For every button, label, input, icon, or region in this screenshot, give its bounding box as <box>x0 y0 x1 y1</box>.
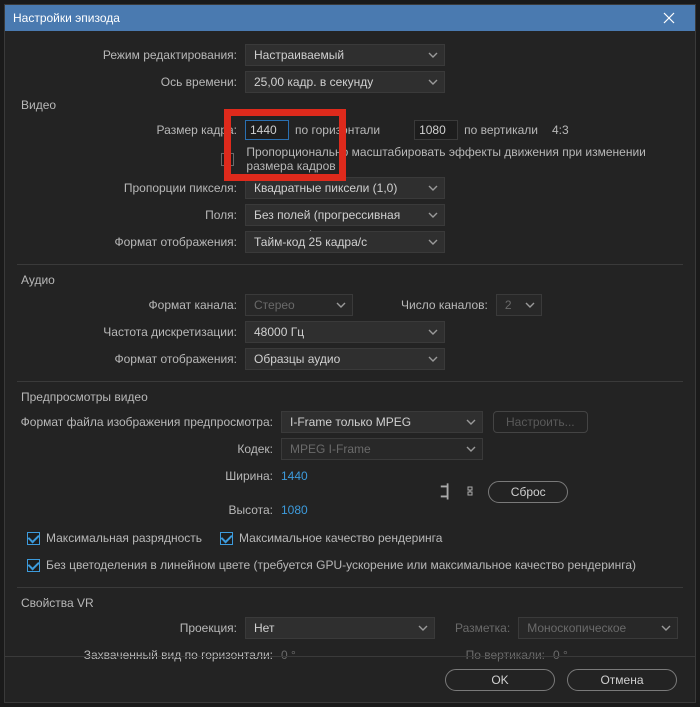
frame-width-suffix: по горизонтали <box>295 123 380 137</box>
linear-color-checkbox[interactable] <box>27 559 40 572</box>
timeline-label: Ось времени: <box>17 75 245 89</box>
audio-section-title: Аудио <box>21 273 683 287</box>
channel-format-label: Формат канала: <box>17 298 245 312</box>
preview-section-title: Предпросмотры видео <box>21 390 683 404</box>
sample-rate-select[interactable]: 48000 Гц <box>245 321 445 343</box>
chevron-down-icon <box>466 419 476 425</box>
chevron-down-icon <box>428 212 438 218</box>
chevron-down-icon <box>428 329 438 335</box>
max-depth-checkbox[interactable] <box>27 532 40 545</box>
chevron-down-icon <box>428 79 438 85</box>
close-button[interactable] <box>651 5 687 31</box>
video-display-format-label: Формат отображения: <box>17 235 245 249</box>
edit-mode-label: Режим редактирования: <box>17 48 245 62</box>
fields-select[interactable]: Без полей (прогрессивная развертка) <box>245 204 445 226</box>
cancel-button[interactable]: Отмена <box>567 669 677 691</box>
titlebar: Настройки эпизода <box>5 5 695 31</box>
chevron-down-icon <box>428 52 438 58</box>
link-icon[interactable] <box>464 483 476 502</box>
chevron-down-icon <box>661 625 671 631</box>
frame-width-input[interactable] <box>245 120 289 140</box>
aspect-ratio: 4:3 <box>552 123 569 137</box>
layout-select: Моноскопическое <box>518 617 678 639</box>
channels-label: Число каналов: <box>401 298 488 312</box>
audio-display-format-select[interactable]: Образцы аудио <box>245 348 445 370</box>
chevron-down-icon <box>428 239 438 245</box>
dialog-footer: OK Отмена <box>5 656 695 702</box>
scale-effects-label: Пропорционально масштабировать эффекты д… <box>246 145 683 173</box>
pixel-aspect-label: Пропорции пикселя: <box>17 181 245 195</box>
sequence-settings-dialog: Настройки эпизода Режим редактирования: … <box>4 4 696 703</box>
max-depth-label: Максимальная разрядность <box>46 531 202 545</box>
close-icon <box>663 12 675 24</box>
chevron-down-icon <box>525 302 535 308</box>
projection-select[interactable]: Нет <box>245 617 435 639</box>
channels-select: 2 <box>496 294 542 316</box>
channel-format-select: Стерео <box>245 294 353 316</box>
configure-button: Настроить... <box>493 411 588 433</box>
fields-label: Поля: <box>17 208 245 222</box>
edit-mode-select[interactable]: Настраиваемый <box>245 44 445 66</box>
chevron-down-icon <box>428 185 438 191</box>
max-quality-checkbox[interactable] <box>220 532 233 545</box>
ok-button[interactable]: OK <box>445 669 555 691</box>
frame-height-input[interactable] <box>414 120 458 140</box>
preview-width-value[interactable]: 1440 <box>281 469 308 483</box>
preview-height-label: Высота: <box>17 503 281 517</box>
chevron-down-icon <box>428 356 438 362</box>
window-title: Настройки эпизода <box>13 11 651 25</box>
preview-file-format-select[interactable]: I-Frame только MPEG <box>281 411 483 433</box>
layout-label: Разметка: <box>455 621 510 635</box>
preview-file-format-label: Формат файла изображения предпросмотра: <box>17 415 281 429</box>
max-quality-label: Максимальное качество рендеринга <box>239 531 442 545</box>
vr-section-title: Свойства VR <box>21 596 683 610</box>
video-section-title: Видео <box>21 98 683 112</box>
video-display-format-select[interactable]: Тайм-код 25 кадра/с <box>245 231 445 253</box>
frame-size-label: Размер кадра: <box>17 123 245 137</box>
linear-color-label: Без цветоделения в линейном цвете (требу… <box>46 558 636 572</box>
bracket-bot: ┘ <box>441 493 454 503</box>
chevron-down-icon <box>336 302 346 308</box>
codec-select: MPEG I-Frame <box>281 438 483 460</box>
frame-height-suffix: по вертикали <box>464 123 538 137</box>
chevron-down-icon <box>418 625 428 631</box>
chevron-down-icon <box>466 446 476 452</box>
pixel-aspect-select[interactable]: Квадратные пиксели (1,0) <box>245 177 445 199</box>
reset-button[interactable]: Сброс <box>488 481 568 503</box>
codec-label: Кодек: <box>17 442 281 456</box>
scale-effects-checkbox[interactable] <box>221 153 234 166</box>
projection-label: Проекция: <box>17 621 245 635</box>
preview-height-value[interactable]: 1080 <box>281 503 308 517</box>
audio-display-format-label: Формат отображения: <box>17 352 245 366</box>
timeline-select[interactable]: 25,00 кадр. в секунду <box>245 71 445 93</box>
sample-rate-label: Частота дискретизации: <box>17 325 245 339</box>
preview-width-label: Ширина: <box>17 469 281 483</box>
